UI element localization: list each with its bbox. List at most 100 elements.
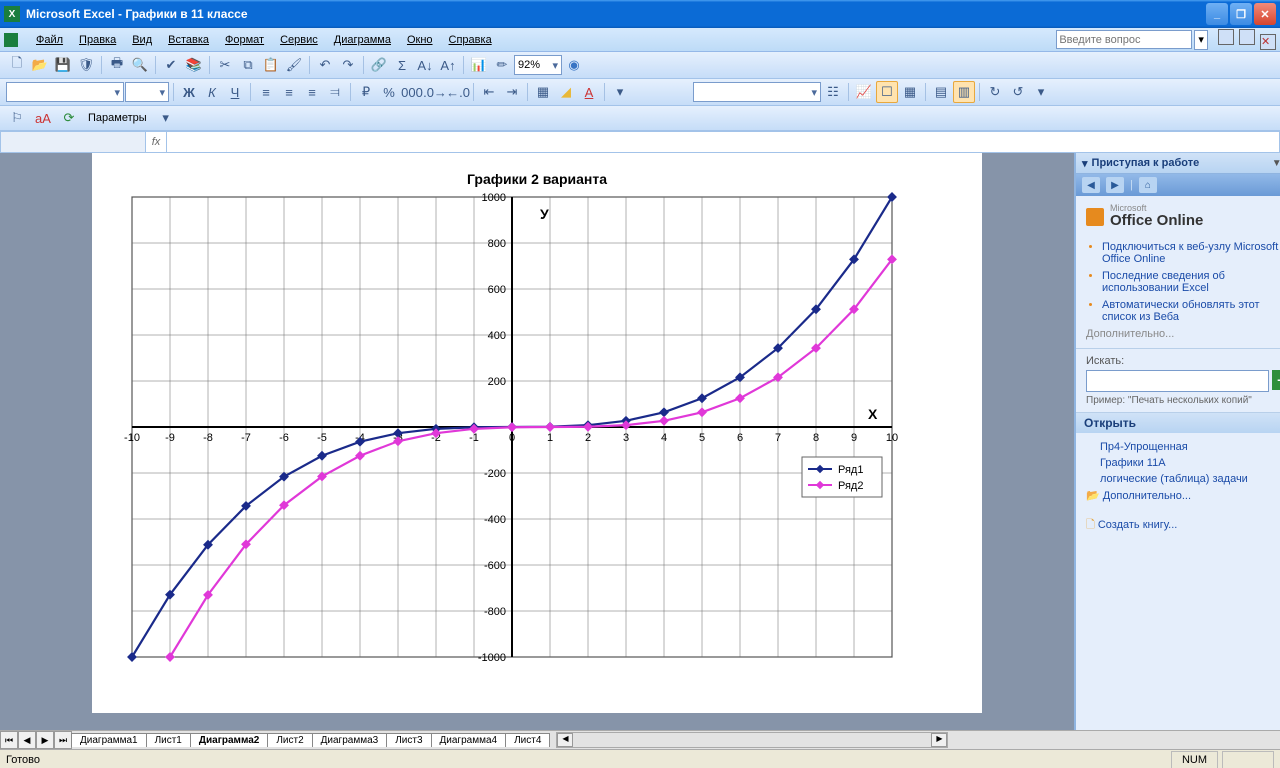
link-latest-news[interactable]: Последние сведения об использовании Exce… [1102, 270, 1280, 294]
menu-view[interactable]: Вид [124, 31, 160, 49]
redo-icon[interactable]: ↷ [337, 54, 359, 76]
cut-icon[interactable]: ✂ [214, 54, 236, 76]
sheet-tab[interactable]: Диаграмма2 [190, 733, 268, 747]
open-icon[interactable]: 📂 [29, 54, 51, 76]
decrease-decimal-icon[interactable]: ←.0 [447, 81, 469, 103]
toolbar-options-icon[interactable]: ▾ [609, 81, 631, 103]
autosum-icon[interactable]: Σ [391, 54, 413, 76]
bold-icon[interactable]: Ж [178, 81, 200, 103]
doc-close-button[interactable]: ✕ [1260, 34, 1276, 50]
hyperlink-icon[interactable]: 🔗 [368, 54, 390, 76]
parameters-dropdown-icon[interactable]: ▾ [155, 107, 177, 129]
flag-icon[interactable]: ⚐ [6, 107, 28, 129]
nav-forward-icon[interactable]: ▶ [1106, 177, 1124, 193]
recent-file-0[interactable]: Пр4-Упрощенная [1086, 439, 1280, 455]
merge-center-icon[interactable]: ⫤ [324, 81, 346, 103]
by-column-icon[interactable]: ▥ [953, 81, 975, 103]
comma-icon[interactable]: 000 [401, 81, 423, 103]
data-table-icon[interactable]: ▦ [899, 81, 921, 103]
underline-icon[interactable]: Ч [224, 81, 246, 103]
font-color-icon[interactable]: А [578, 81, 600, 103]
paste-icon[interactable]: 📋 [260, 54, 282, 76]
format-selection-icon[interactable]: ☷ [822, 81, 844, 103]
menu-edit[interactable]: Правка [71, 31, 124, 49]
currency-icon[interactable]: ₽ [355, 81, 377, 103]
print-preview-icon[interactable]: 🔍 [129, 54, 151, 76]
align-left-icon[interactable]: ≡ [255, 81, 277, 103]
print-icon[interactable]: 🖶 [106, 54, 128, 76]
nav-home-icon[interactable]: ⌂ [1139, 177, 1157, 193]
increase-indent-icon[interactable]: ⇥ [501, 81, 523, 103]
sort-desc-icon[interactable]: A↑ [437, 54, 459, 76]
font-format-icon[interactable]: аА [32, 107, 54, 129]
recent-file-1[interactable]: Графики 11А [1086, 455, 1280, 471]
chart-type-icon[interactable]: 📈 [853, 81, 875, 103]
tab-nav-last-icon[interactable]: ⏭ [54, 731, 72, 749]
italic-icon[interactable]: К [201, 81, 223, 103]
scroll-right-icon[interactable]: ▶ [931, 733, 947, 747]
angle-ccw-icon[interactable]: ↺ [1007, 81, 1029, 103]
link-auto-update[interactable]: Автоматически обновлять этот список из В… [1102, 299, 1280, 323]
sheet-tab[interactable]: Лист2 [267, 733, 312, 747]
undo-icon[interactable]: ↶ [314, 54, 336, 76]
create-workbook[interactable]: 🗋Создать книгу... [1086, 514, 1280, 537]
fx-icon[interactable]: fx [146, 132, 167, 152]
close-button[interactable]: ✕ [1254, 3, 1276, 25]
percent-icon[interactable]: % [378, 81, 400, 103]
chart-page[interactable]: Графики 2 варианта -10-9-8-7-6-5-4-3-2-1… [92, 153, 982, 713]
legend-icon[interactable]: ☐ [876, 81, 898, 103]
fill-color-icon[interactable]: ◢ [555, 81, 577, 103]
sheet-tab[interactable]: Лист1 [146, 733, 191, 747]
ask-question-input[interactable] [1056, 30, 1192, 49]
search-go-button[interactable]: ➔ [1272, 370, 1280, 390]
sheet-tab[interactable]: Лист3 [386, 733, 431, 747]
sheet-tab[interactable]: Лист4 [505, 733, 550, 747]
angle-cw-icon[interactable]: ↻ [984, 81, 1006, 103]
menu-window[interactable]: Окно [399, 31, 441, 49]
scroll-left-icon[interactable]: ◀ [557, 733, 573, 747]
taskpane-dropdown-icon[interactable]: ▼ [1272, 158, 1280, 169]
menu-insert[interactable]: Вставка [160, 31, 217, 49]
recent-file-2[interactable]: логические (таблица) задачи [1086, 471, 1280, 487]
link-more[interactable]: Дополнительно... [1086, 328, 1280, 340]
maximize-button[interactable]: ❐ [1230, 3, 1252, 25]
format-painter-icon[interactable]: 🖌 [283, 54, 305, 76]
sheet-tab[interactable]: Диаграмма3 [312, 733, 388, 747]
tab-nav-prev-icon[interactable]: ◀ [18, 731, 36, 749]
copy-icon[interactable]: ⧉ [237, 54, 259, 76]
drawing-icon[interactable]: ✏ [491, 54, 513, 76]
decrease-indent-icon[interactable]: ⇤ [478, 81, 500, 103]
minimize-button[interactable]: _ [1206, 3, 1228, 25]
chart-wizard-icon[interactable]: 📊 [468, 54, 490, 76]
chart-element-combo[interactable]: ▾ [693, 82, 821, 102]
menu-tools[interactable]: Сервис [272, 31, 326, 49]
save-icon[interactable]: 💾 [52, 54, 74, 76]
app-icon[interactable] [4, 33, 18, 47]
open-more[interactable]: 📂Дополнительно... [1086, 487, 1280, 504]
menu-file[interactable]: Файл [28, 31, 71, 49]
zoom-combo[interactable]: 92%▾ [514, 55, 562, 75]
parameters-label[interactable]: Параметры [84, 111, 151, 125]
ask-dropdown-icon[interactable]: ▾ [1194, 30, 1208, 50]
chart-sheet-area[interactable]: Графики 2 варианта -10-9-8-7-6-5-4-3-2-1… [0, 153, 1074, 730]
taskpane-menu-icon[interactable]: ▾ [1082, 157, 1088, 170]
new-icon[interactable]: 🗋 [6, 54, 28, 76]
refresh-icon[interactable]: ⟳ [58, 107, 80, 129]
permission-icon[interactable]: 🛡 [75, 54, 97, 76]
menu-format[interactable]: Формат [217, 31, 272, 49]
menu-chart[interactable]: Диаграмма [326, 31, 399, 49]
align-right-icon[interactable]: ≡ [301, 81, 323, 103]
sheet-tab[interactable]: Диаграмма4 [431, 733, 507, 747]
name-box[interactable] [1, 132, 146, 152]
tab-nav-next-icon[interactable]: ▶ [36, 731, 54, 749]
help-icon[interactable]: ◉ [563, 54, 585, 76]
chart-toolbar-options-icon[interactable]: ▾ [1030, 81, 1052, 103]
horizontal-scrollbar[interactable]: ◀ ▶ [556, 732, 948, 748]
sort-asc-icon[interactable]: A↓ [414, 54, 436, 76]
search-input[interactable] [1086, 370, 1269, 392]
font-size-combo[interactable]: ▾ [125, 82, 169, 102]
sheet-tab[interactable]: Диаграмма1 [71, 733, 147, 747]
nav-back-icon[interactable]: ◀ [1082, 177, 1100, 193]
font-name-combo[interactable]: ▾ [6, 82, 124, 102]
doc-minimize-button[interactable] [1218, 29, 1234, 45]
